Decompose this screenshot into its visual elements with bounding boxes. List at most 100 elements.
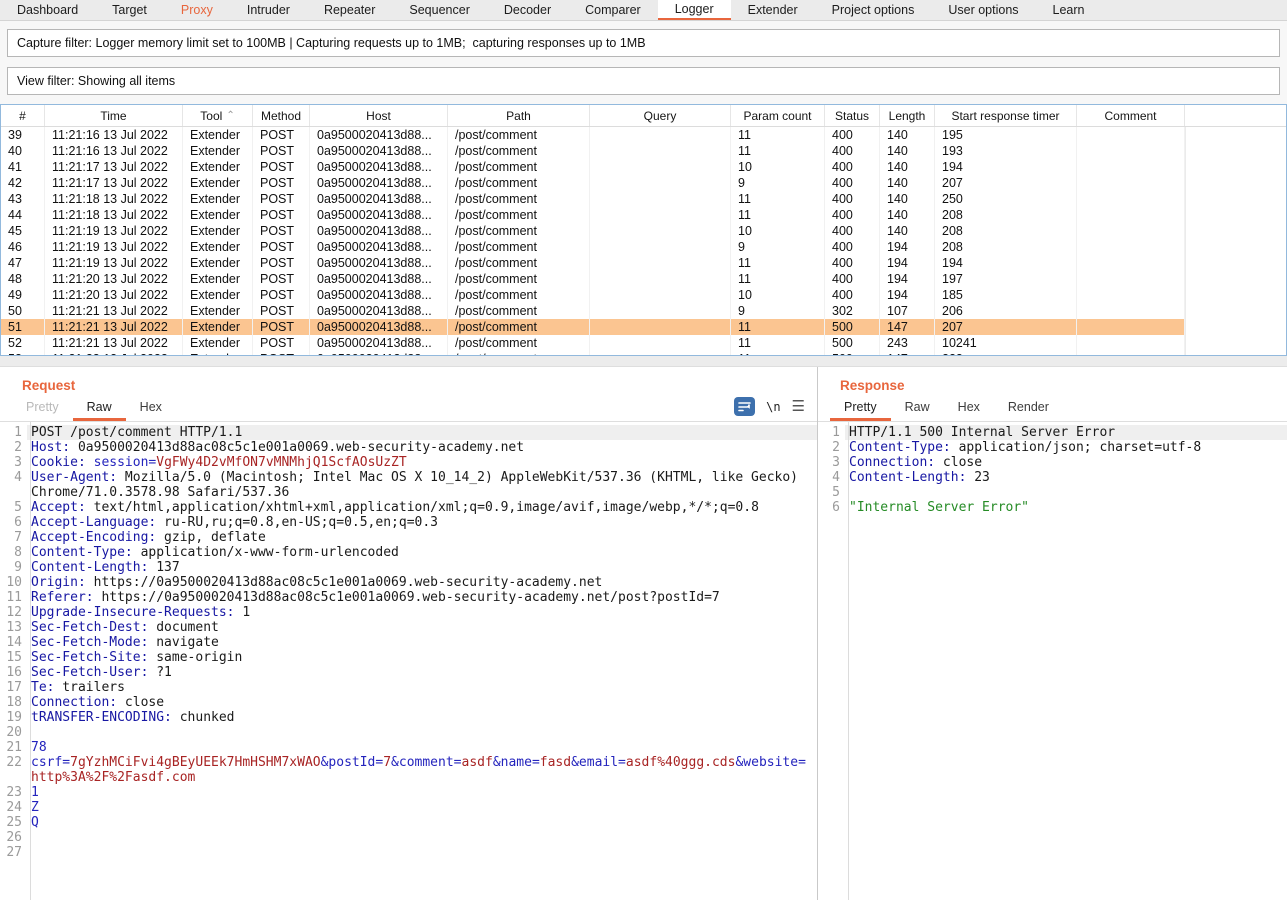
cell-tool: Extender (183, 351, 253, 356)
column-header-time[interactable]: Time (45, 105, 183, 126)
cell-method: POST (253, 239, 310, 255)
view-filter-bar[interactable]: View filter: Showing all items (7, 67, 1280, 95)
cell-path: /post/comment (448, 271, 590, 287)
table-row[interactable]: 4211:21:17 13 Jul 2022ExtenderPOST0a9500… (1, 175, 1185, 191)
capture-filter-bar[interactable]: Capture filter: Logger memory limit set … (7, 29, 1280, 57)
cell-timer: 207 (935, 319, 1077, 335)
code-line: 2Host: 0a9500020413d88ac08c5c1e001a0069.… (0, 440, 817, 455)
table-row[interactable]: 3911:21:16 13 Jul 2022ExtenderPOST0a9500… (1, 127, 1185, 143)
column-header-label: Comment (1104, 109, 1156, 123)
cell-timer: 207 (935, 175, 1077, 191)
line-content: Connection: close (27, 695, 817, 710)
request-tab-raw[interactable]: Raw (73, 395, 126, 421)
code-line: 2Content-Type: application/json; charset… (818, 440, 1287, 455)
cell-time: 11:21:16 13 Jul 2022 (45, 127, 183, 143)
table-row[interactable]: 4711:21:19 13 Jul 2022ExtenderPOST0a9500… (1, 255, 1185, 271)
table-row[interactable]: 4311:21:18 13 Jul 2022ExtenderPOST0a9500… (1, 191, 1185, 207)
cell-query (590, 255, 731, 271)
response-tab-pretty[interactable]: Pretty (830, 395, 891, 421)
column-header--[interactable]: # (1, 105, 45, 126)
line-number: 18 (0, 695, 26, 710)
request-editor[interactable]: 1POST /post/comment HTTP/1.12Host: 0a950… (0, 422, 817, 900)
line-number: 24 (0, 800, 26, 815)
table-row[interactable]: 4411:21:18 13 Jul 2022ExtenderPOST0a9500… (1, 207, 1185, 223)
cell-num: 39 (1, 127, 45, 143)
table-row[interactable]: 4911:21:20 13 Jul 2022ExtenderPOST0a9500… (1, 287, 1185, 303)
menu-tab-dashboard[interactable]: Dashboard (0, 0, 95, 20)
response-editor[interactable]: 1HTTP/1.1 500 Internal Server Error2Cont… (818, 422, 1287, 900)
column-header-query[interactable]: Query (590, 105, 731, 126)
table-row[interactable]: 5111:21:21 13 Jul 2022ExtenderPOST0a9500… (1, 319, 1185, 335)
menu-tab-proxy[interactable]: Proxy (164, 0, 230, 20)
cell-status: 400 (825, 159, 880, 175)
line-content: Content-Length: 137 (27, 560, 817, 575)
code-line: 6"Internal Server Error" (818, 500, 1287, 515)
menu-tab-target[interactable]: Target (95, 0, 164, 20)
line-content: Sec-Fetch-Mode: navigate (27, 635, 817, 650)
column-header-tool[interactable]: Tool⌃ (183, 105, 253, 126)
line-number: 12 (0, 605, 26, 620)
cell-path: /post/comment (448, 223, 590, 239)
table-row[interactable]: 4611:21:19 13 Jul 2022ExtenderPOST0a9500… (1, 239, 1185, 255)
cell-tool: Extender (183, 223, 253, 239)
line-content: tRANSFER-ENCODING: chunked (27, 710, 817, 725)
table-row[interactable]: 5311:21:22 13 Jul 2022ExtenderPOST0a9500… (1, 351, 1185, 356)
cell-num: 40 (1, 143, 45, 159)
newline-toggle[interactable]: \n (766, 400, 780, 414)
column-header-method[interactable]: Method (253, 105, 310, 126)
column-header-comment[interactable]: Comment (1077, 105, 1185, 126)
menu-tab-learn[interactable]: Learn (1036, 0, 1102, 20)
menu-tab-decoder[interactable]: Decoder (487, 0, 568, 20)
cell-params: 11 (731, 335, 825, 351)
column-header-start-response-timer[interactable]: Start response timer (935, 105, 1077, 126)
splitter[interactable] (0, 356, 1287, 366)
table-row[interactable]: 4511:21:19 13 Jul 2022ExtenderPOST0a9500… (1, 223, 1185, 239)
line-number: 9 (0, 560, 26, 575)
menu-tab-logger[interactable]: Logger (658, 0, 731, 20)
menu-tab-comparer[interactable]: Comparer (568, 0, 658, 20)
response-tab-raw[interactable]: Raw (891, 395, 944, 421)
cell-status: 400 (825, 287, 880, 303)
response-pane: Response PrettyRawHexRender 1HTTP/1.1 50… (818, 367, 1287, 900)
menu-tab-sequencer[interactable]: Sequencer (392, 0, 486, 20)
line-content: Upgrade-Insecure-Requests: 1 (27, 605, 817, 620)
response-tab-hex[interactable]: Hex (944, 395, 994, 421)
cell-path: /post/comment (448, 239, 590, 255)
menu-tab-extender[interactable]: Extender (731, 0, 815, 20)
table-row[interactable]: 4011:21:16 13 Jul 2022ExtenderPOST0a9500… (1, 143, 1185, 159)
request-tab-hex[interactable]: Hex (126, 395, 176, 421)
editor-menu-icon[interactable]: ☰ (792, 399, 805, 414)
column-header-param-count[interactable]: Param count (731, 105, 825, 126)
code-line: 26 (0, 830, 817, 845)
column-header-label: # (19, 109, 26, 123)
cell-status: 500 (825, 319, 880, 335)
line-number: 11 (0, 590, 26, 605)
line-content: Sec-Fetch-Dest: document (27, 620, 817, 635)
column-header-length[interactable]: Length (880, 105, 935, 126)
request-tabs: PrettyRawHex \n ☰ (0, 395, 817, 422)
code-line: 19tRANSFER-ENCODING: chunked (0, 710, 817, 725)
menu-tab-intruder[interactable]: Intruder (230, 0, 307, 20)
column-header-status[interactable]: Status (825, 105, 880, 126)
line-number: 5 (818, 485, 844, 500)
soft-wrap-button[interactable] (734, 397, 755, 416)
menu-tab-user-options[interactable]: User options (931, 0, 1035, 20)
column-header-host[interactable]: Host (310, 105, 448, 126)
cell-num: 44 (1, 207, 45, 223)
response-tab-render[interactable]: Render (994, 395, 1063, 421)
cell-comment (1077, 223, 1185, 239)
cell-length: 140 (880, 175, 935, 191)
code-line: 1POST /post/comment HTTP/1.1 (0, 425, 817, 440)
cell-comment (1077, 335, 1185, 351)
cell-status: 400 (825, 239, 880, 255)
menu-tab-repeater[interactable]: Repeater (307, 0, 392, 20)
column-header-label: Status (835, 109, 869, 123)
cell-params: 10 (731, 287, 825, 303)
table-row[interactable]: 4111:21:17 13 Jul 2022ExtenderPOST0a9500… (1, 159, 1185, 175)
table-row[interactable]: 4811:21:20 13 Jul 2022ExtenderPOST0a9500… (1, 271, 1185, 287)
line-number: 10 (0, 575, 26, 590)
menu-tab-project-options[interactable]: Project options (815, 0, 932, 20)
table-row[interactable]: 5011:21:21 13 Jul 2022ExtenderPOST0a9500… (1, 303, 1185, 319)
table-row[interactable]: 5211:21:21 13 Jul 2022ExtenderPOST0a9500… (1, 335, 1185, 351)
column-header-path[interactable]: Path (448, 105, 590, 126)
